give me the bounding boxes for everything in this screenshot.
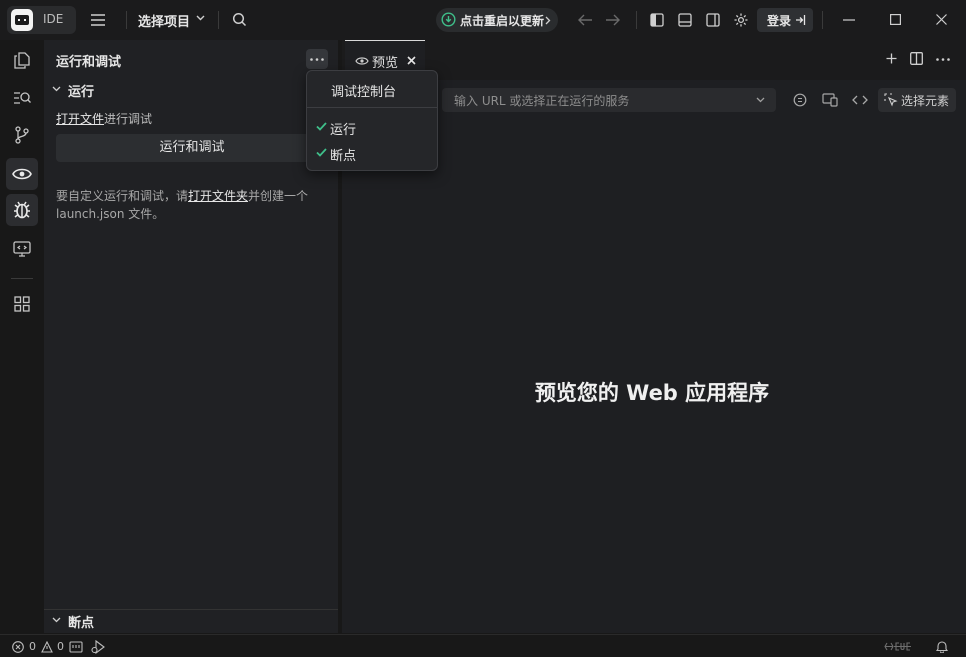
more-actions-menu: 调试控制台 运行 断点: [306, 70, 438, 171]
minimize-icon[interactable]: [843, 19, 855, 21]
update-icon: [441, 12, 456, 27]
explorer-icon[interactable]: [14, 52, 30, 69]
debug-run-icon[interactable]: [91, 640, 106, 654]
menu-item-breakpoints[interactable]: 断点: [330, 145, 356, 164]
encoding-icon[interactable]: [884, 641, 920, 652]
warning-count[interactable]: 0: [57, 640, 64, 653]
close-icon[interactable]: [936, 14, 947, 25]
hint-prefix: 要自定义运行和调试，请: [56, 189, 188, 203]
remote-monitor-icon[interactable]: [13, 241, 31, 257]
open-file-suffix: 进行调试: [104, 112, 152, 126]
chevron-down-icon[interactable]: [52, 86, 61, 92]
divider: [636, 11, 637, 29]
title-bar: IDE 选择项目 点击重启以更新 登录: [0, 0, 966, 40]
more-actions-button[interactable]: [306, 49, 328, 69]
ellipsis-icon[interactable]: [936, 58, 950, 61]
update-label: 点击重启以更新: [460, 12, 544, 29]
extensions-grid-icon[interactable]: [14, 296, 30, 312]
split-editor-icon[interactable]: [910, 52, 923, 65]
search-files-icon[interactable]: [13, 90, 31, 106]
ide-logo[interactable]: IDE: [7, 6, 76, 34]
eye-icon: [355, 56, 369, 66]
run-and-debug-button[interactable]: 运行和调试: [56, 134, 328, 162]
gear-icon[interactable]: [733, 12, 749, 28]
check-icon: [316, 148, 327, 157]
back-arrow-icon[interactable]: [577, 13, 593, 27]
divider: [11, 278, 33, 279]
url-placeholder: 输入 URL 或选择正在运行的服务: [454, 92, 629, 109]
chevron-down-icon[interactable]: [52, 617, 61, 623]
preview-activity-button[interactable]: [6, 158, 38, 190]
toggle-right-panel-icon[interactable]: [706, 13, 720, 27]
bug-icon: [13, 200, 31, 220]
tab-label: 预览: [372, 52, 398, 71]
chevron-down-icon[interactable]: [756, 97, 765, 103]
divider: [218, 11, 219, 29]
open-file-link[interactable]: 打开文件: [56, 112, 104, 126]
check-icon: [316, 122, 327, 131]
toggle-left-panel-icon[interactable]: [650, 13, 664, 27]
panel-title: 运行和调试: [56, 51, 121, 70]
close-tab-icon[interactable]: [407, 56, 416, 65]
chevron-right-icon: [545, 16, 551, 25]
menu-separator: [307, 107, 437, 108]
restart-update-button[interactable]: 点击重启以更新: [436, 8, 558, 32]
add-tab-icon[interactable]: [886, 53, 897, 64]
select-element-button[interactable]: 选择元素: [878, 88, 956, 112]
forward-arrow-icon[interactable]: [605, 13, 621, 27]
toggle-bottom-panel-icon[interactable]: [678, 13, 692, 27]
menu-item-debug-console[interactable]: 调试控制台: [331, 81, 396, 100]
divider: [44, 609, 338, 610]
login-label: 登录: [767, 12, 791, 29]
open-folder-link[interactable]: 打开文件夹: [188, 189, 248, 203]
url-input[interactable]: 输入 URL 或选择正在运行的服务: [442, 88, 776, 112]
logo-text: IDE: [43, 12, 63, 26]
run-debug-activity-button[interactable]: [6, 194, 38, 226]
activity-bar: [0, 40, 44, 634]
breakpoints-section-header[interactable]: 断点: [68, 612, 94, 631]
device-icon[interactable]: [822, 93, 838, 107]
login-button[interactable]: 登录: [757, 8, 813, 32]
divider: [822, 11, 823, 29]
hamburger-menu-icon[interactable]: [90, 13, 106, 27]
select-element-label: 选择元素: [901, 92, 949, 109]
run-section-header[interactable]: 运行: [68, 81, 94, 100]
preview-placeholder-heading: 预览您的 Web 应用程序: [342, 377, 962, 407]
cursor-select-icon: [884, 93, 898, 107]
maximize-icon[interactable]: [890, 14, 901, 25]
run-debug-panel: 运行和调试 运行 打开文件进行调试 运行和调试 要自定义运行和调试，请打开文件夹…: [44, 40, 338, 633]
status-bar: 0 0: [0, 634, 966, 657]
warning-icon[interactable]: [41, 641, 53, 653]
sign-in-icon: [795, 14, 807, 26]
target-icon[interactable]: [793, 93, 807, 107]
ports-icon[interactable]: [69, 641, 83, 653]
error-icon[interactable]: [12, 641, 24, 653]
eye-icon: [12, 167, 32, 181]
error-count[interactable]: 0: [29, 640, 36, 653]
bell-icon[interactable]: [936, 640, 948, 653]
source-control-icon[interactable]: [14, 126, 30, 144]
chevron-down-icon[interactable]: [196, 15, 205, 21]
customize-hint: 要自定义运行和调试，请打开文件夹并创建一个 launch.json 文件。: [56, 187, 326, 223]
logo-icon: [11, 9, 33, 31]
search-icon[interactable]: [232, 12, 247, 27]
divider: [126, 11, 127, 29]
ellipsis-icon: [310, 58, 324, 61]
project-selector[interactable]: 选择项目: [138, 11, 190, 30]
code-icon[interactable]: [852, 95, 868, 105]
open-file-line: 打开文件进行调试: [56, 110, 152, 127]
menu-item-run[interactable]: 运行: [330, 119, 356, 138]
